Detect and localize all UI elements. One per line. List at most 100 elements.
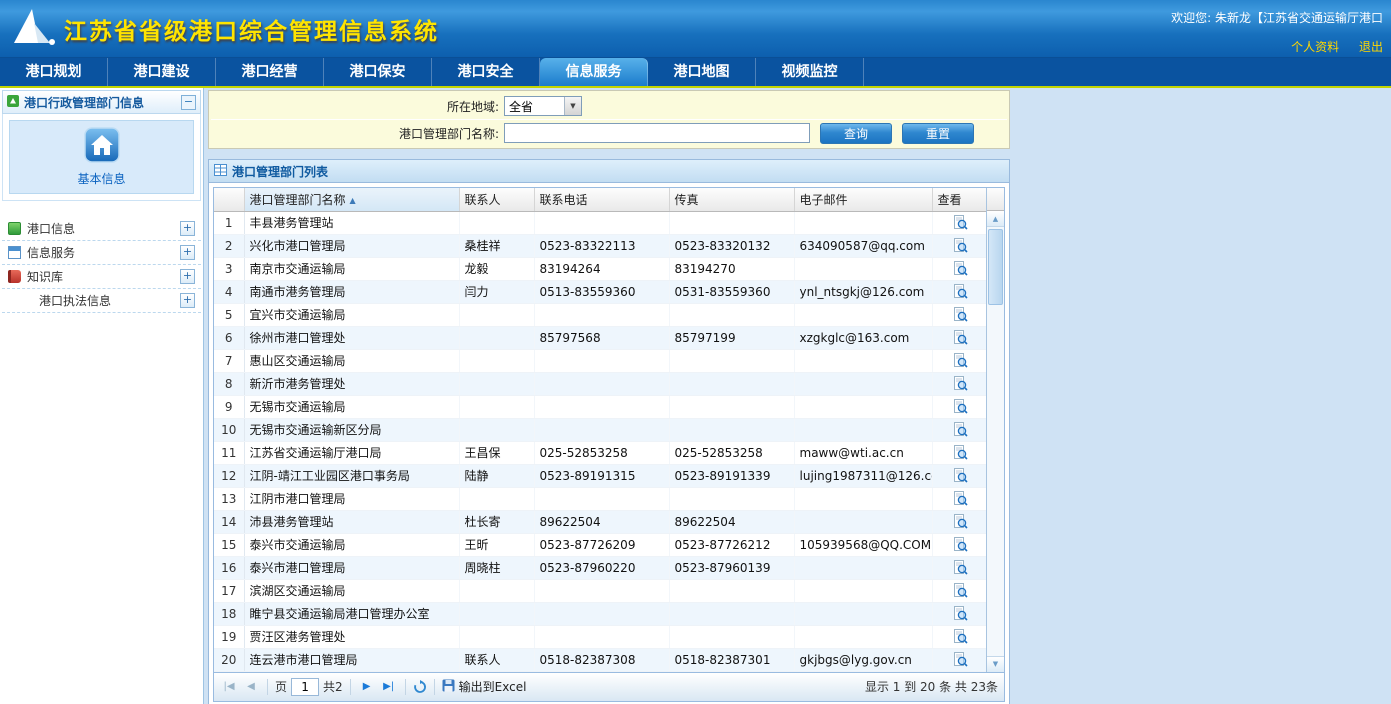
profile-link[interactable]: 个人资料 (1291, 40, 1339, 54)
nav-tab-port-security[interactable]: 港口保安 (324, 58, 432, 86)
view-magnifier-icon[interactable] (953, 468, 968, 483)
nav-tab-port-safety[interactable]: 港口安全 (432, 58, 540, 86)
basic-info-tile[interactable]: 基本信息 (9, 120, 194, 194)
view-magnifier-icon[interactable] (953, 215, 968, 230)
first-page-icon[interactable]: |◀ (220, 678, 238, 696)
refresh-icon[interactable] (413, 680, 427, 694)
nav-tab-video-monitoring[interactable]: 视频监控 (756, 58, 864, 86)
view-magnifier-icon[interactable] (953, 629, 968, 644)
view-magnifier-icon[interactable] (953, 284, 968, 299)
table-row[interactable]: 9无锡市交通运输局 (214, 395, 989, 418)
table-row[interactable]: 18睢宁县交通运输局港口管理办公室 (214, 602, 989, 625)
collapse-button[interactable]: − (181, 95, 196, 110)
table-row[interactable]: 19贾汪区港务管理处 (214, 625, 989, 648)
view-cell (932, 395, 989, 418)
table-row[interactable]: 6徐州市港口管理处8579756885797199xzgkglc@163.com (214, 326, 989, 349)
view-magnifier-icon[interactable] (953, 330, 968, 345)
cell: 龙毅 (459, 257, 534, 280)
view-cell (932, 602, 989, 625)
table-row[interactable]: 4南通市港务管理局闫力0513-835593600531-83559360ynl… (214, 280, 989, 303)
scrollbar-thumb[interactable] (988, 229, 1003, 305)
view-magnifier-icon[interactable] (953, 606, 968, 621)
table-row[interactable]: 10无锡市交通运输新区分局 (214, 418, 989, 441)
last-page-icon[interactable]: ▶| (380, 678, 398, 696)
view-cell (932, 211, 989, 234)
table-row[interactable]: 14沛县港务管理站杜长寄8962250489622504 (214, 510, 989, 533)
next-page-icon[interactable]: ▶ (358, 678, 376, 696)
view-magnifier-icon[interactable] (953, 652, 968, 667)
view-magnifier-icon[interactable] (953, 560, 968, 575)
cell (534, 579, 669, 602)
view-magnifier-icon[interactable] (953, 261, 968, 276)
view-magnifier-icon[interactable] (953, 307, 968, 322)
sidebar-item-knowledge-base[interactable]: 知识库+ (2, 265, 201, 289)
query-button[interactable]: 查询 (820, 123, 892, 144)
table-row[interactable]: 8新沂市港务管理处 (214, 372, 989, 395)
view-magnifier-icon[interactable] (953, 238, 968, 253)
view-magnifier-icon[interactable] (953, 445, 968, 460)
view-cell (932, 579, 989, 602)
view-magnifier-icon[interactable] (953, 491, 968, 506)
logout-link[interactable]: 退出 (1359, 40, 1383, 54)
table-row[interactable]: 16泰兴市港口管理局周晓柱0523-879602200523-87960139 (214, 556, 989, 579)
department-name-input[interactable] (504, 123, 810, 143)
prev-page-icon[interactable]: ◀ (242, 678, 260, 696)
table-row[interactable]: 17滨湖区交通运输局 (214, 579, 989, 602)
sidebar-item-port-law-enforcement[interactable]: 港口执法信息+ (2, 289, 201, 313)
view-magnifier-icon[interactable] (953, 376, 968, 391)
row-number: 9 (214, 395, 244, 418)
column-header-phone[interactable]: 联系电话 (534, 188, 669, 211)
cell (669, 579, 794, 602)
scroll-up-icon[interactable]: ▲ (987, 211, 1004, 227)
expand-icon[interactable]: + (180, 293, 195, 308)
region-select[interactable]: 全省 ▼ (504, 96, 582, 116)
table-row[interactable]: 11江苏省交通运输厅港口局王昌保025-52853258025-52853258… (214, 441, 989, 464)
nav-tab-port-operation[interactable]: 港口经营 (216, 58, 324, 86)
table-row[interactable]: 3南京市交通运输局龙毅8319426483194270 (214, 257, 989, 280)
view-magnifier-icon[interactable] (953, 583, 968, 598)
nav-tab-port-construction[interactable]: 港口建设 (108, 58, 216, 86)
view-magnifier-icon[interactable] (953, 353, 968, 368)
column-header-email[interactable]: 电子邮件 (794, 188, 932, 211)
sidebar-item-label: 知识库 (27, 268, 180, 285)
scroll-down-icon[interactable]: ▼ (987, 656, 1004, 672)
expand-icon[interactable]: + (180, 221, 195, 236)
table-row[interactable]: 20连云港市港口管理局联系人0518-823873080518-82387301… (214, 648, 989, 671)
column-header-name[interactable]: 港口管理部门名称▲ (244, 188, 459, 211)
table-row[interactable]: 12江阴-靖江工业园区港口事务局陆静0523-891913150523-8919… (214, 464, 989, 487)
table-row[interactable]: 15泰兴市交通运输局王昕0523-877262090523-8772621210… (214, 533, 989, 556)
cell: gkjbgs@lyg.gov.cn (794, 648, 932, 671)
save-disk-icon (442, 679, 455, 695)
sidebar-item-info-service[interactable]: 信息服务+ (2, 241, 201, 265)
header-right: 欢迎您: 朱新龙【江苏省交通运输厅港口 个人资料 退出 (1171, 3, 1391, 55)
view-magnifier-icon[interactable] (953, 399, 968, 414)
grid-panel-header: 港口管理部门列表 (209, 160, 1009, 183)
view-magnifier-icon[interactable] (953, 422, 968, 437)
nav-tab-info-service[interactable]: 信息服务 (540, 58, 648, 86)
view-cell (932, 257, 989, 280)
nav-tab-port-map[interactable]: 港口地图 (648, 58, 756, 86)
view-magnifier-icon[interactable] (953, 537, 968, 552)
table-row[interactable]: 5宜兴市交通运输局 (214, 303, 989, 326)
page-number-input[interactable] (291, 678, 319, 696)
cell: 周晓柱 (459, 556, 534, 579)
row-number: 5 (214, 303, 244, 326)
nav-tab-port-planning[interactable]: 港口规划 (0, 58, 108, 86)
table-row[interactable]: 2兴化市港口管理局桑桂祥0523-833221130523-8332013263… (214, 234, 989, 257)
column-header-contact[interactable]: 联系人 (459, 188, 534, 211)
column-header-fax[interactable]: 传真 (669, 188, 794, 211)
expand-icon[interactable]: + (180, 269, 195, 284)
reset-button[interactable]: 重置 (902, 123, 974, 144)
view-magnifier-icon[interactable] (953, 514, 968, 529)
column-header-view[interactable]: 查看 (932, 188, 989, 211)
cell (534, 395, 669, 418)
export-excel-button[interactable]: 输出到Excel (442, 678, 527, 695)
table-row[interactable]: 7惠山区交通运输局 (214, 349, 989, 372)
row-number: 13 (214, 487, 244, 510)
vertical-scrollbar[interactable]: ▲ ▼ (986, 188, 1004, 672)
cell: 0523-89191315 (534, 464, 669, 487)
sidebar-item-port-info[interactable]: 港口信息+ (2, 217, 201, 241)
table-row[interactable]: 1丰县港务管理站 (214, 211, 989, 234)
table-row[interactable]: 13江阴市港口管理局 (214, 487, 989, 510)
expand-icon[interactable]: + (180, 245, 195, 260)
